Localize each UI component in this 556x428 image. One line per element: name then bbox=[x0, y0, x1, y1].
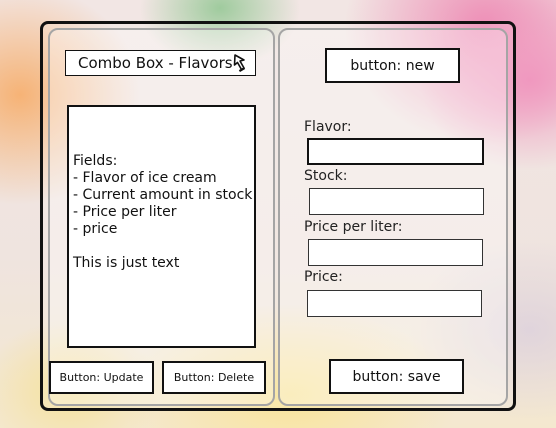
stock-label: Stock: bbox=[304, 168, 348, 184]
update-button[interactable]: Button: Update bbox=[49, 361, 154, 394]
flavor-label: Flavor: bbox=[304, 119, 352, 135]
price-per-liter-label: Price per liter: bbox=[304, 219, 403, 235]
save-button[interactable]: button: save bbox=[329, 359, 464, 394]
flavor-input[interactable] bbox=[307, 138, 484, 165]
price-label: Price: bbox=[304, 269, 343, 285]
flavors-combo-box[interactable]: Combo Box - Flavors bbox=[65, 50, 256, 76]
right-panel bbox=[278, 28, 508, 406]
price-per-liter-input[interactable] bbox=[308, 239, 483, 266]
info-text-area: Fields: - Flavor of ice cream - Current … bbox=[67, 105, 256, 348]
mouse-pointer-icon bbox=[233, 54, 246, 72]
delete-button[interactable]: Button: Delete bbox=[162, 361, 266, 394]
price-input[interactable] bbox=[307, 290, 482, 317]
combo-box-label: Combo Box - Flavors bbox=[78, 54, 233, 72]
new-button[interactable]: button: new bbox=[325, 48, 460, 83]
stock-input[interactable] bbox=[309, 188, 484, 215]
